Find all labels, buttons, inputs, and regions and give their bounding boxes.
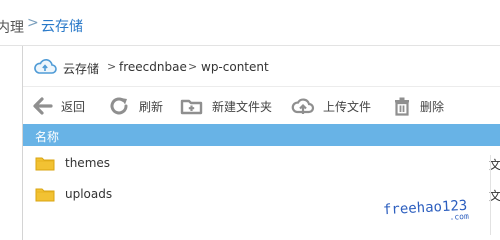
path-separator: >: [188, 60, 198, 73]
refresh-button[interactable]: 刷新: [109, 87, 163, 125]
path-segment-wp-content: wp-content: [201, 60, 269, 74]
column-header-name[interactable]: 名称: [35, 128, 59, 145]
breadcrumb-prev[interactable]: 内理: [0, 17, 24, 37]
list-item[interactable]: themes 文: [23, 148, 500, 179]
path-bar: 云存储 > freecdnbae > wp-content: [23, 49, 500, 83]
refresh-icon: [110, 97, 128, 115]
breadcrumb-separator: >: [27, 15, 39, 31]
list-header: 名称: [23, 124, 500, 146]
upload-button[interactable]: 上传文件: [291, 87, 371, 125]
path-segment-freecdnbae[interactable]: freecdnbae: [119, 60, 187, 74]
right-edge-divider: [490, 155, 500, 235]
breadcrumb: 内理 > 云存储: [0, 0, 500, 46]
file-name[interactable]: themes: [65, 156, 110, 170]
trash-icon: [395, 97, 409, 116]
watermark: freehao123 .com: [383, 198, 469, 222]
folder-icon: [35, 186, 55, 205]
upload-label: 上传文件: [323, 99, 372, 114]
watermark-suffix: .com: [449, 211, 469, 222]
new-folder-icon: [180, 99, 203, 115]
breadcrumb-current: 云存储: [41, 19, 83, 35]
delete-label: 删除: [420, 99, 445, 114]
back-arrow-icon: [33, 97, 53, 115]
new-folder-button[interactable]: 新建文件夹: [180, 87, 272, 125]
toolbar: 返回 刷新 新建文件夹 上传文件 删除: [23, 86, 500, 124]
refresh-label: 刷新: [139, 99, 164, 114]
folder-icon: [35, 155, 55, 174]
file-name[interactable]: uploads: [65, 187, 112, 201]
back-button[interactable]: 返回: [31, 87, 85, 125]
upload-cloud-icon: [291, 98, 315, 114]
path-root-link[interactable]: 云存储: [63, 60, 99, 77]
path-separator: >: [107, 60, 117, 73]
new-folder-label: 新建文件夹: [212, 99, 273, 114]
back-label: 返回: [61, 99, 86, 114]
delete-button[interactable]: 删除: [392, 87, 444, 125]
cloud-icon: [33, 57, 57, 78]
